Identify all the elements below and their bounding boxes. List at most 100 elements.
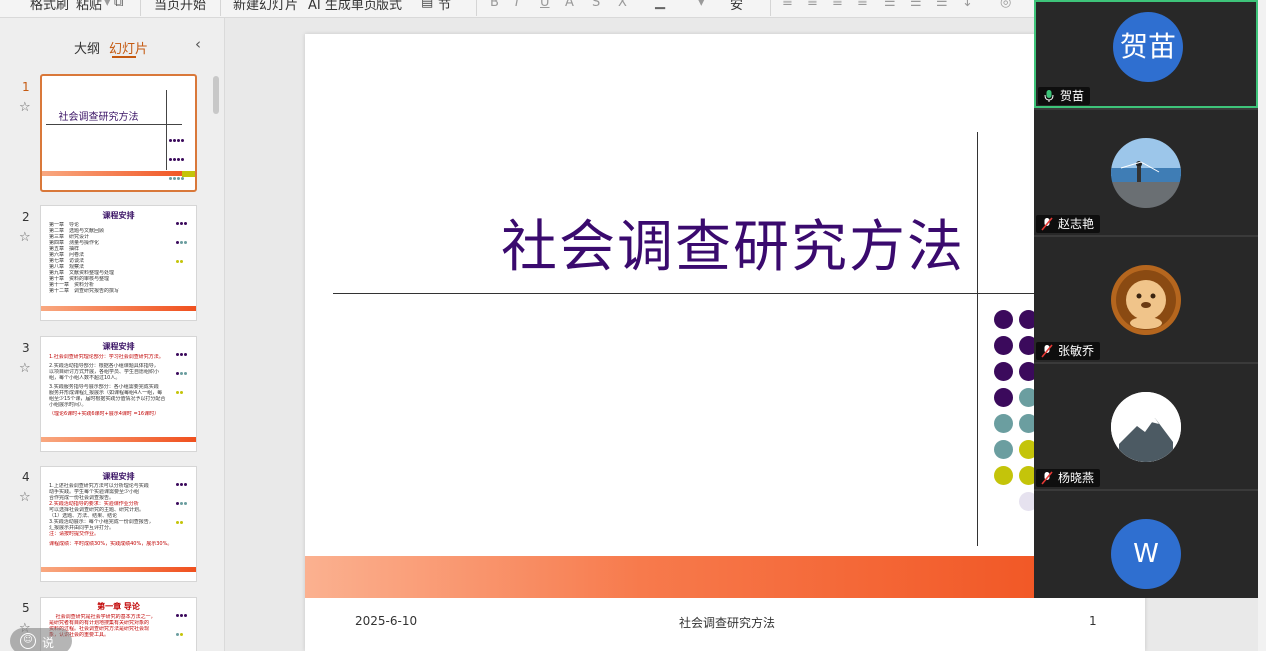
chevron-down-icon[interactable]: ▾ <box>104 0 111 10</box>
navigator-scrollbar[interactable] <box>213 76 219 114</box>
align-right-icon[interactable]: ≡ <box>832 0 843 10</box>
microphone-muted-icon <box>1041 344 1053 358</box>
participant-name-tag: 赵志艳 <box>1036 215 1101 233</box>
participant-tile[interactable]: 赵志艳 <box>1034 110 1258 235</box>
thumb-title: 课程安排 <box>102 211 135 220</box>
bold-icon[interactable]: B <box>490 0 499 10</box>
participant-name: 贺苗 <box>1060 89 1085 103</box>
meeting-participants-panel: 贺苗 贺苗 赵志艳 张敏乔 杨晓燕 W <box>1034 0 1258 598</box>
align-center-icon[interactable]: ≡ <box>807 0 818 10</box>
lion-avatar <box>1116 270 1176 330</box>
thumb-title: 课程安排 <box>102 472 135 481</box>
highlight-icon[interactable]: ▾ <box>698 0 705 10</box>
thumb-title: 第一章 导论 <box>97 602 140 611</box>
thumb-title: 课程安排 <box>102 342 135 351</box>
slide-canvas[interactable]: 社会调查研究方法 2025-6-10 社会调查研究方法 1 <box>305 34 1145 651</box>
thumb-dots <box>176 602 190 640</box>
new-slide-button[interactable]: 新建幻灯片 <box>233 0 298 13</box>
avatar <box>1111 265 1181 335</box>
thumb-body: 第一章 导论 第二章 选题与文献回顾 第三章 研究设计 第四章 测量与操作化 第… <box>49 222 120 294</box>
participant-tile[interactable]: 杨晓燕 <box>1034 364 1258 489</box>
slide-horizontal-rule <box>333 293 1145 294</box>
play-from-current-button[interactable]: 当页开始 <box>154 0 206 13</box>
footer-date[interactable]: 2025-6-10 <box>355 614 417 628</box>
speak-label: 说 <box>42 636 55 650</box>
decor-dot <box>994 388 1013 407</box>
avatar <box>1111 392 1181 462</box>
footer-page-number[interactable]: 1 <box>1089 614 1097 628</box>
thumb-dots <box>176 471 190 528</box>
thumb-footer-bar <box>41 437 196 442</box>
font-size-control[interactable]: 安 <box>730 0 743 13</box>
slide-thumbnail-4[interactable]: 课程安排 1.上述社会调查研究方法可以分析理论与实践 动手实践。学生每个实验课需… <box>40 466 197 582</box>
window-edge <box>1258 0 1266 651</box>
thumb-title: 社会调查研究方法 <box>58 112 139 123</box>
thumb-rule <box>46 124 182 125</box>
participant-name-tag: 张敏乔 <box>1036 342 1101 360</box>
star-icon[interactable]: ☆ <box>19 230 31 245</box>
decor-dot <box>994 440 1013 459</box>
microphone-muted-icon <box>1041 217 1053 231</box>
slide-thumbnail-1[interactable]: 社会调查研究方法 <box>40 74 197 192</box>
outdent-icon[interactable]: ☰ <box>936 0 948 10</box>
underline-icon[interactable]: U <box>540 0 550 10</box>
justify-icon[interactable]: ≡ <box>857 0 868 10</box>
avatar: W <box>1111 519 1181 589</box>
star-icon[interactable]: ☆ <box>19 490 31 505</box>
voice-speak-button[interactable]: ☺ 说 <box>10 628 72 651</box>
participant-tile[interactable]: 贺苗 贺苗 <box>1034 0 1258 108</box>
participant-name-tag: 杨晓燕 <box>1036 469 1101 487</box>
participant-tile[interactable]: W <box>1034 491 1258 598</box>
tab-slides[interactable]: 幻灯片 <box>109 38 148 57</box>
superscript-icon[interactable]: X <box>618 0 627 10</box>
copy-icon[interactable]: ⧉ <box>114 0 123 10</box>
participant-tile[interactable]: 张敏乔 <box>1034 237 1258 362</box>
photo-avatar-beach <box>1111 138 1181 208</box>
section-icon[interactable]: ▤ <box>421 0 433 10</box>
footer-title[interactable]: 社会调查研究方法 <box>679 614 775 631</box>
align-left-icon[interactable]: ≡ <box>782 0 793 10</box>
microphone-active-icon <box>1044 90 1054 102</box>
slide-vertical-rule <box>977 132 978 546</box>
font-color-icon[interactable]: ▁ <box>655 0 665 10</box>
italic-icon[interactable]: I <box>515 0 519 10</box>
star-icon[interactable]: ☆ <box>19 100 31 115</box>
slide-thumbnail-3[interactable]: 课程安排 1.社会调查研究理论部分：学习社会调查研究方法。 2.实践活动指导部分… <box>40 336 197 452</box>
more-icon[interactable]: ◎ <box>1000 0 1011 10</box>
thumb-body: 1.社会调查研究理论部分：学习社会调查研究方法。 2.实践活动指导部分：根据各小… <box>49 354 166 417</box>
participant-name: 赵志艳 <box>1058 217 1095 231</box>
thumb-body: 1.上述社会调查研究方法可以分析理论与实践 动手实践。学生每个实验课需要至少小组… <box>49 483 173 547</box>
slide-number: 1 <box>22 80 30 94</box>
participant-name: 张敏乔 <box>1058 344 1095 358</box>
thumb-footer-bar <box>42 171 195 176</box>
paste-button[interactable]: 粘贴 <box>76 0 102 13</box>
participant-name-tag: 贺苗 <box>1038 87 1091 105</box>
toolbar-divider <box>140 0 141 16</box>
slide-footer-bar <box>305 556 1145 598</box>
tab-outline[interactable]: 大纲 <box>74 38 100 57</box>
format-painter-button[interactable]: 格式刷 <box>30 0 69 13</box>
toolbar-divider <box>476 0 477 16</box>
layout-button[interactable]: 版式 <box>376 0 402 13</box>
columns-icon[interactable]: ☰ <box>884 0 896 10</box>
slide-number: 4 <box>22 470 30 484</box>
line-spacing-icon[interactable]: ↕ <box>962 0 973 10</box>
star-icon[interactable]: ☆ <box>19 361 31 376</box>
thumb-rule <box>166 90 167 170</box>
slide-title[interactable]: 社会调查研究方法 <box>501 202 965 283</box>
strikethrough-icon[interactable]: A <box>565 0 574 10</box>
thumb-dots <box>176 210 190 267</box>
avatar: 贺苗 <box>1113 12 1183 82</box>
ribbon-toolbar: 格式刷 粘贴 ▾ ⧉ 当页开始 新建幻灯片 AI 生成单页 版式 ▤ 节 B I… <box>0 0 1035 18</box>
microphone-muted-icon <box>1041 471 1053 485</box>
decor-dot <box>994 336 1013 355</box>
slide-thumbnail-2[interactable]: 课程安排 第一章 导论 第二章 选题与文献回顾 第三章 研究设计 第四章 测量与… <box>40 205 197 321</box>
shadow-icon[interactable]: S <box>592 0 600 10</box>
ai-generate-page-button[interactable]: AI 生成单页 <box>308 0 377 13</box>
section-button[interactable]: 节 <box>438 0 451 13</box>
indent-icon[interactable]: ☰ <box>910 0 922 10</box>
slide-number: 5 <box>22 601 30 615</box>
slide-number: 2 <box>22 210 30 224</box>
chevron-left-icon[interactable]: ‹ <box>195 35 201 53</box>
thumb-accent <box>182 171 195 177</box>
